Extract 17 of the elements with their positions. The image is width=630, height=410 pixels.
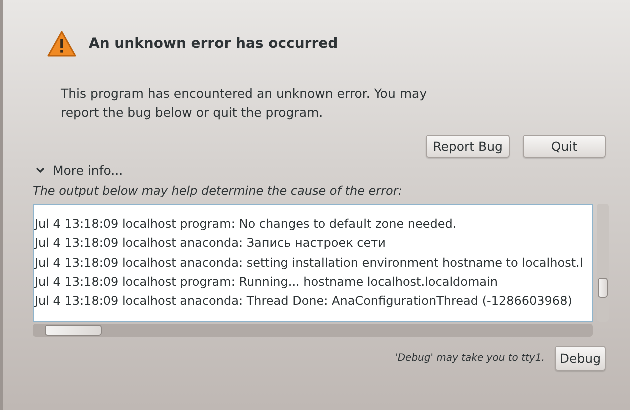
debug-note: 'Debug' may take you to tty1. bbox=[395, 353, 545, 364]
chevron-icon bbox=[36, 167, 45, 174]
log-line: Jul 4 13:18:09 localhost anaconda: Запись настроек сети bbox=[35, 235, 387, 252]
more-info-expander[interactable]: More info... bbox=[33, 163, 130, 178]
log-line: Jul 4 13:18:09 localhost program: Running... hostname localhost.localdomain bbox=[35, 274, 499, 291]
error-message: This program has encountered an unknown error. You may bbox=[61, 85, 428, 103]
warning-icon bbox=[47, 30, 77, 58]
output-caption: The output below may help determine the cause of the error: bbox=[33, 184, 404, 198]
log-line: Jul 4 13:18:09 localhost program: No changes to default zone needed. bbox=[35, 216, 458, 233]
log-line: Jul 4 13:18:09 localhost anaconda: setting installation environment hostname to localhost.l bbox=[35, 254, 584, 272]
quit-button[interactable]: Quit bbox=[523, 135, 606, 158]
dialog-title: An unknown error has occurred bbox=[89, 36, 338, 52]
debug-button[interactable]: Debug bbox=[554, 346, 606, 371]
error-message: report the bug below or quit the program. bbox=[61, 104, 324, 122]
report-bug-button[interactable]: Report Bug bbox=[426, 135, 510, 158]
log-line: Jul 4 13:18:09 localhost anaconda: Thread Done: AnaConfigurationThread (-1286603968) bbox=[35, 293, 574, 310]
horizontal-scrollbar[interactable] bbox=[33, 324, 593, 337]
